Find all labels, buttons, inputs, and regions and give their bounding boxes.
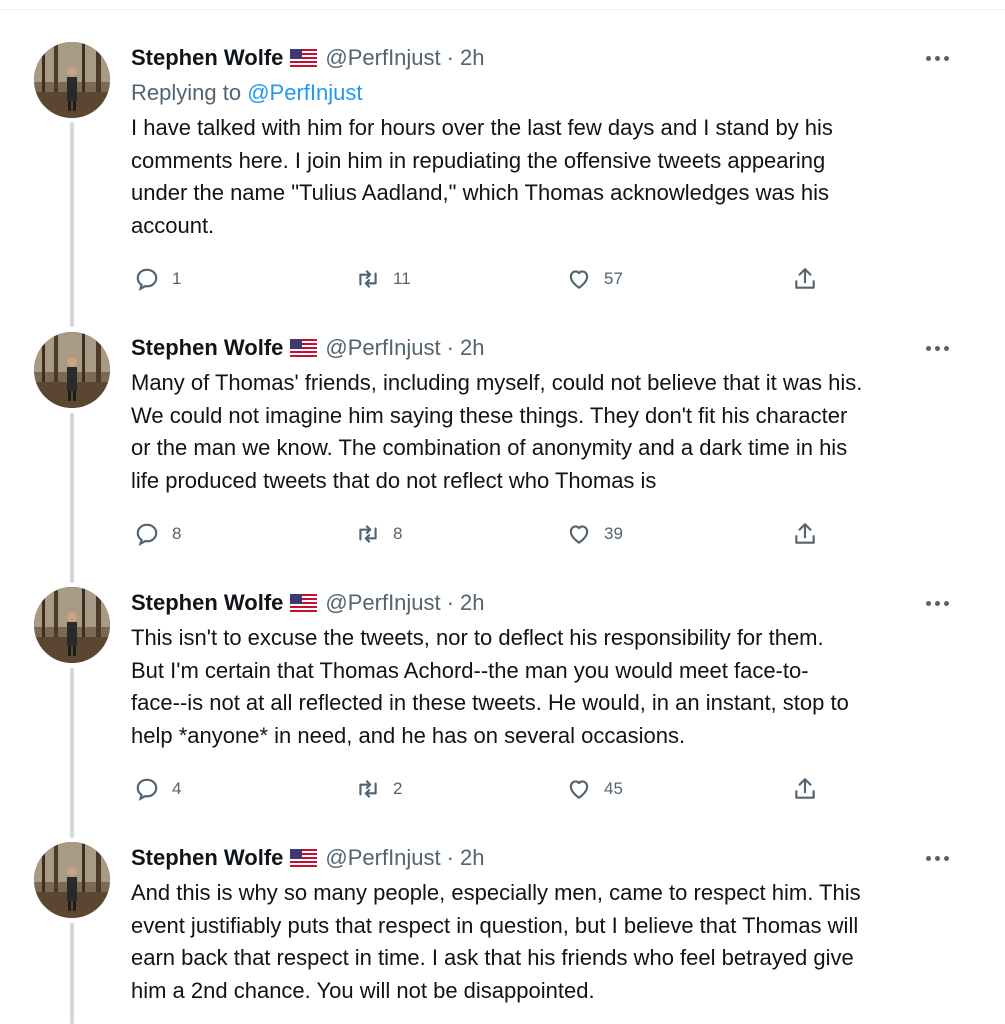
author-handle[interactable]: @PerfInjust xyxy=(325,45,440,71)
avatar[interactable] xyxy=(34,842,110,918)
share-icon xyxy=(795,778,815,799)
replying-to-label: Replying to xyxy=(131,80,242,105)
mention-link[interactable]: @PerfInjust xyxy=(247,80,362,105)
reply-icon xyxy=(136,268,158,291)
author-name[interactable]: Stephen Wolfe xyxy=(131,45,283,71)
heart-icon xyxy=(569,270,589,289)
heart-icon xyxy=(569,525,589,544)
tweet-header: Stephen Wolfe @PerfInjust · 2h xyxy=(131,843,484,873)
tweet-actions: 4 2 45 xyxy=(0,774,1005,804)
author-name[interactable]: Stephen Wolfe xyxy=(131,845,283,871)
share-icon xyxy=(795,268,815,289)
avatar-image xyxy=(34,42,110,118)
reply-count: 1 xyxy=(172,269,182,288)
retweet-count: 8 xyxy=(393,524,403,543)
author-name[interactable]: Stephen Wolfe xyxy=(131,590,283,616)
tweet-text-line: under the name "Tulius Aadland," which T… xyxy=(131,180,830,205)
timestamp[interactable]: 2h xyxy=(460,590,484,616)
timestamp[interactable]: 2h xyxy=(460,335,484,361)
avatar[interactable] xyxy=(34,42,110,118)
replying-to: Replying to @PerfInjust xyxy=(131,80,362,106)
tweet-header: Stephen Wolfe @PerfInjust · 2h xyxy=(131,588,484,618)
like-count: 57 xyxy=(604,269,623,288)
more-options-icon[interactable] xyxy=(920,843,954,873)
retweet-count: 2 xyxy=(393,779,403,798)
tweet-text-line: event justifiably puts that respect in q… xyxy=(131,912,859,938)
retweet-icon xyxy=(359,525,377,543)
retweet-button[interactable]: 11 xyxy=(355,264,411,294)
retweet-button[interactable]: 8 xyxy=(355,519,402,549)
us-flag-icon xyxy=(290,594,318,612)
avatar-image xyxy=(34,842,110,918)
tweet-text-line: help *anyone* in need, and he has on sev… xyxy=(131,722,686,748)
reply-icon xyxy=(136,778,158,801)
avatar[interactable] xyxy=(34,332,110,408)
like-count: 45 xyxy=(604,779,623,798)
share-icon xyxy=(795,523,815,544)
tweet-text-line: account. xyxy=(131,212,215,238)
avatar-image xyxy=(34,587,110,663)
tweet[interactable]: Stephen Wolfe @PerfInjust · 2h This isn'… xyxy=(0,575,1005,830)
retweet-button[interactable]: 2 xyxy=(355,774,402,804)
timestamp[interactable]: 2h xyxy=(460,845,484,871)
tweet-text-line: Many of Thomas' friends, including mysel… xyxy=(131,370,863,395)
separator-dot: · xyxy=(446,45,454,70)
tweet-header: Stephen Wolfe @PerfInjust · 2h xyxy=(131,333,484,363)
tweet[interactable]: Stephen Wolfe @PerfInjust · 2h Many of T… xyxy=(0,320,1005,575)
reply-icon xyxy=(136,523,158,546)
tweet[interactable]: Stephen Wolfe @PerfInjust · 2h And this … xyxy=(0,830,1005,1024)
tweet-text-line: And this is why so many people, especial… xyxy=(131,880,861,905)
tweet-text-line: But I'm certain that Thomas Achord--the … xyxy=(131,657,809,683)
tweet-text-line: or the man we know. The combination of a… xyxy=(131,435,848,460)
reply-button[interactable]: 8 xyxy=(134,519,181,549)
tweet-actions: 1 11 57 xyxy=(0,264,1005,294)
retweet-count: 11 xyxy=(393,269,411,288)
tweet-text-line: face--is not at all reflected in these t… xyxy=(131,690,849,715)
author-handle[interactable]: @PerfInjust xyxy=(325,335,440,361)
author-handle[interactable]: @PerfInjust xyxy=(325,845,440,871)
separator-dot: · xyxy=(446,590,454,615)
reply-count: 8 xyxy=(172,524,182,543)
author-name[interactable]: Stephen Wolfe xyxy=(131,335,283,361)
separator-dot: · xyxy=(446,335,454,360)
tweet[interactable]: Stephen Wolfe @PerfInjust · 2h Replying … xyxy=(0,0,1005,320)
tweet-text: I have talked with him for hours over th… xyxy=(131,112,961,242)
retweet-icon xyxy=(359,270,377,288)
tweet-text: This isn't to excuse the tweets, nor to … xyxy=(131,622,961,752)
like-button[interactable]: 57 xyxy=(566,264,623,294)
share-button[interactable] xyxy=(792,774,818,804)
like-button[interactable]: 39 xyxy=(566,519,623,549)
more-options-icon[interactable] xyxy=(920,43,954,73)
tweet-text-line: We could not imagine him saying these th… xyxy=(131,402,848,428)
more-options-icon[interactable] xyxy=(920,588,954,618)
reply-count: 4 xyxy=(172,779,182,798)
us-flag-icon xyxy=(290,849,318,867)
tweet-text: Many of Thomas' friends, including mysel… xyxy=(131,367,961,497)
author-handle[interactable]: @PerfInjust xyxy=(325,590,440,616)
tweet-text-line: him a 2nd chance. You will not be disapp… xyxy=(131,977,595,1003)
tweet-text: And this is why so many people, especial… xyxy=(131,877,961,1007)
share-button[interactable] xyxy=(792,519,818,549)
reply-button[interactable]: 1 xyxy=(134,264,181,294)
us-flag-icon xyxy=(290,339,318,357)
avatar-image xyxy=(34,332,110,408)
tweet-text-line: I have talked with him for hours over th… xyxy=(131,115,833,140)
avatar[interactable] xyxy=(34,587,110,663)
heart-icon xyxy=(569,780,589,799)
timestamp[interactable]: 2h xyxy=(460,45,484,71)
tweet-text-line: comments here. I join him in repudiating… xyxy=(131,147,826,173)
us-flag-icon xyxy=(290,49,318,67)
tweet-text-line: This isn't to excuse the tweets, nor to … xyxy=(131,625,824,650)
tweet-actions: 8 8 39 xyxy=(0,519,1005,549)
tweet-text-line: earn back that respect in time. I ask th… xyxy=(131,945,854,970)
tweet-text-line: life produced tweets that do not reflect… xyxy=(131,467,657,493)
more-options-icon[interactable] xyxy=(920,333,954,363)
retweet-icon xyxy=(359,780,377,798)
reply-button[interactable]: 4 xyxy=(134,774,181,804)
separator-dot: · xyxy=(446,845,454,870)
like-count: 39 xyxy=(604,524,623,543)
share-button[interactable] xyxy=(792,264,818,294)
like-button[interactable]: 45 xyxy=(566,774,623,804)
tweet-header: Stephen Wolfe @PerfInjust · 2h xyxy=(131,43,484,73)
